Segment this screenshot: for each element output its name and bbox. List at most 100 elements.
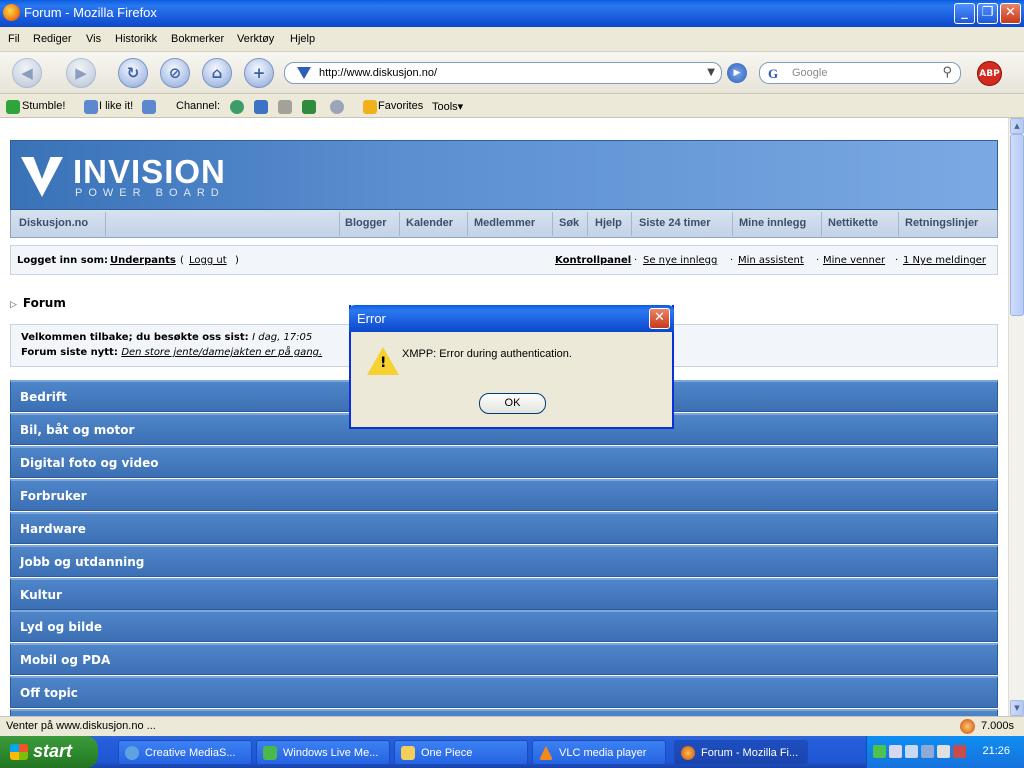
category-row[interactable]: Jobb og utdanning — [10, 545, 998, 577]
close-button[interactable]: ✕ — [1000, 3, 1021, 24]
nav-home-link[interactable]: Diskusjon.no — [19, 217, 88, 229]
menu-bokmerker[interactable]: Bokmerker — [171, 33, 224, 45]
network-tray-icon[interactable] — [889, 745, 902, 758]
nav-hjelp[interactable]: Hjelp — [595, 217, 622, 229]
menu-vis[interactable]: Vis — [86, 33, 101, 45]
url-text[interactable]: http://www.diskusjon.no/ — [319, 67, 437, 79]
home-icon[interactable]: ⌂ — [202, 58, 232, 88]
welcome-line: Velkommen tilbake; du besøkte oss sist: … — [21, 332, 312, 343]
forum-nav: Diskusjon.no Blogger Kalender Medlemmer … — [10, 210, 998, 238]
search-engine-icon[interactable]: G — [768, 66, 778, 82]
news-link[interactable]: Den store jente/damejakten er på gang. — [121, 347, 322, 358]
thumbs-up-icon[interactable] — [84, 100, 98, 114]
task-firefox[interactable]: Forum - Mozilla Fi... — [674, 740, 808, 765]
security-tray-icon[interactable] — [953, 745, 966, 758]
breadcrumb-forum[interactable]: Forum — [23, 296, 66, 310]
nav-mine-innlegg[interactable]: Mine innlegg — [739, 217, 806, 229]
nav-sok[interactable]: Søk — [559, 217, 579, 229]
mine-venner-link[interactable]: Mine venner — [823, 255, 885, 266]
category-row[interactable]: Kultur — [10, 578, 998, 610]
menu-fil[interactable]: Fil — [8, 33, 20, 45]
forward-icon[interactable]: ▶ — [66, 58, 96, 88]
nav-medlemmer[interactable]: Medlemmer — [474, 217, 535, 229]
ok-button[interactable]: OK — [479, 393, 546, 414]
task-windows-live-messenger[interactable]: Windows Live Me... — [256, 740, 390, 765]
like-button[interactable]: I like it! — [99, 100, 133, 112]
stumble-button[interactable]: Stumble! — [22, 100, 65, 112]
scroll-up-icon[interactable]: ▲ — [1010, 118, 1024, 134]
favorites-button[interactable]: Favorites — [378, 100, 423, 112]
category-row[interactable]: Forbruker — [10, 479, 998, 511]
dialog-close-button[interactable]: ✕ — [649, 308, 670, 329]
category-title[interactable]: Bedrift — [20, 390, 67, 404]
category-title[interactable]: Jobb og utdanning — [20, 555, 144, 569]
menu-verktoy[interactable]: Verktøy — [237, 33, 274, 45]
reload-icon[interactable]: ↻ — [118, 58, 148, 88]
nye-meldinger-link[interactable]: 1 Nye meldinger — [903, 255, 986, 266]
task-creative-media[interactable]: Creative MediaS... — [118, 740, 252, 765]
category-title[interactable]: Mobil og PDA — [20, 653, 110, 667]
category-row[interactable]: Hardware — [10, 512, 998, 544]
category-row[interactable]: Off topic — [10, 676, 998, 708]
url-dropdown-icon[interactable]: ▼ — [707, 67, 715, 78]
nav-kalender[interactable]: Kalender — [406, 217, 453, 229]
new-tab-icon[interactable]: + — [244, 58, 274, 88]
shuffle-icon[interactable] — [302, 100, 316, 114]
vertical-scrollbar[interactable]: ▲ ▼ — [1008, 118, 1024, 716]
username-link[interactable]: Underpants — [110, 255, 176, 266]
video-icon[interactable] — [278, 100, 292, 114]
kontrollpanel-link[interactable]: Kontrollpanel — [555, 255, 631, 266]
task-one-piece[interactable]: One Piece — [394, 740, 528, 765]
window-titlebar[interactable]: Forum - Mozilla Firefox _ ❐ ✕ — [0, 0, 1024, 27]
thumbs-down-icon[interactable] — [142, 100, 156, 114]
stumbleupon-icon[interactable] — [6, 100, 20, 114]
logout-link[interactable]: Logg ut — [189, 255, 227, 266]
stop-icon[interactable]: ⊘ — [160, 58, 190, 88]
app-tray-icon[interactable] — [937, 745, 950, 758]
dialog-titlebar[interactable]: Error ✕ — [349, 305, 674, 332]
nav-divider — [732, 212, 733, 236]
restore-button[interactable]: ❐ — [977, 3, 998, 24]
category-title[interactable]: Forbruker — [20, 489, 87, 503]
go-button-icon[interactable]: ▶ — [727, 63, 747, 83]
menu-historikk[interactable]: Historikk — [115, 33, 157, 45]
search-icon[interactable] — [330, 100, 344, 114]
category-title[interactable]: Kultur — [20, 588, 62, 602]
site-favicon-icon — [297, 67, 311, 79]
tool-tray-icon[interactable] — [921, 745, 934, 758]
category-row[interactable]: Digital foto og video — [10, 446, 998, 478]
messenger-tray-icon[interactable] — [873, 745, 886, 758]
menu-rediger[interactable]: Rediger — [33, 33, 72, 45]
search-input[interactable]: G Google ⚲ — [759, 62, 961, 84]
minimize-button[interactable]: _ — [954, 3, 975, 24]
start-button[interactable]: start — [0, 736, 98, 768]
nav-siste-24[interactable]: Siste 24 timer — [639, 217, 711, 229]
back-icon[interactable]: ◀ — [12, 58, 42, 88]
url-bar[interactable]: http://www.diskusjon.no/ ▼ — [284, 62, 722, 84]
scroll-down-icon[interactable]: ▼ — [1010, 700, 1024, 716]
photo-icon[interactable] — [254, 100, 268, 114]
nav-blogger[interactable]: Blogger — [345, 217, 387, 229]
min-assistent-link[interactable]: Min assistent — [738, 255, 804, 266]
category-title[interactable]: Bil, båt og motor — [20, 423, 134, 437]
globe-icon[interactable] — [230, 100, 244, 114]
nav-nettikette[interactable]: Nettikette — [828, 217, 878, 229]
category-row[interactable]: Mobil og PDA — [10, 643, 998, 675]
star-icon[interactable] — [363, 100, 377, 114]
scroll-thumb[interactable] — [1010, 134, 1024, 316]
category-title[interactable]: Hardware — [20, 522, 86, 536]
nye-innlegg-link[interactable]: Se nye innlegg — [643, 255, 717, 266]
nav-retningslinjer[interactable]: Retningslinjer — [905, 217, 978, 229]
menu-hjelp[interactable]: Hjelp — [290, 33, 315, 45]
search-icon[interactable]: ⚲ — [942, 65, 952, 80]
firebug-icon[interactable] — [960, 719, 975, 734]
category-title[interactable]: Digital foto og video — [20, 456, 158, 470]
category-title[interactable]: Lyd og bilde — [20, 620, 102, 634]
volume-tray-icon[interactable] — [905, 745, 918, 758]
category-title[interactable]: Off topic — [20, 686, 78, 700]
category-row[interactable]: Lyd og bilde — [10, 610, 998, 642]
category-row[interactable] — [10, 709, 998, 716]
task-vlc[interactable]: VLC media player — [532, 740, 666, 765]
adblock-plus-icon[interactable]: ABP — [977, 61, 1002, 86]
tools-button[interactable]: Tools▾ — [432, 100, 463, 113]
